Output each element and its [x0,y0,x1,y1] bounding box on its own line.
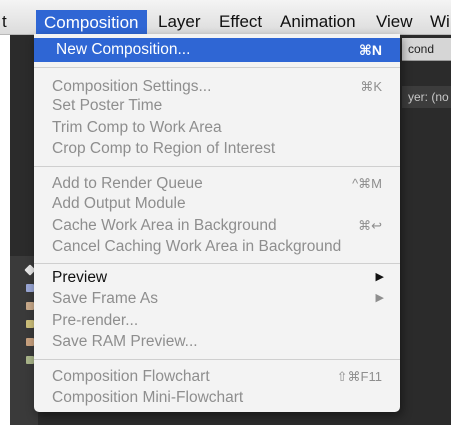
menu-item-composition-mini-flowchart[interactable]: Composition Mini-Flowchart [34,387,400,408]
menu-item-pre-render[interactable]: Pre-render... [34,310,400,331]
menubar-item-truncated[interactable]: t [2,9,7,35]
menu-item-cancel-caching[interactable]: Cancel Caching Work Area in Background [34,236,400,257]
menu-item-trim-comp[interactable]: Trim Comp to Work Area [34,117,400,138]
menu-item-shortcut: ^⌘M [352,176,382,191]
label-color-swatch[interactable] [26,338,34,346]
menu-item-label: New Composition... [56,41,191,58]
menu-item-preview[interactable]: Preview ▶ [34,267,400,288]
menu-item-label: Set Poster Time [52,97,163,114]
menu-item-label: Composition Flowchart [52,368,210,385]
menu-item-shortcut: ⌘↩ [358,218,382,233]
panel-header-right: cond [402,38,451,61]
layer-panel-label: yer: (no [408,90,449,104]
menu-separator [34,166,400,167]
submenu-arrow-icon: ▶ [375,292,384,304]
menu-item-add-to-render-queue[interactable]: Add to Render Queue ^⌘M [34,173,400,194]
menu-item-shortcut: ⌘N [358,42,382,58]
label-color-swatch[interactable] [26,302,34,310]
menu-item-add-output-module[interactable]: Add Output Module [34,193,400,214]
menu-item-label: Pre-render... [52,312,139,329]
menu-item-label: Add Output Module [52,195,186,212]
menu-item-label: Trim Comp to Work Area [52,119,222,136]
layer-panel-header: yer: (no [402,86,451,108]
menu-item-save-ram-preview[interactable]: Save RAM Preview... [34,331,400,352]
menu-item-composition-flowchart[interactable]: Composition Flowchart ⇧⌘F11 [34,366,400,387]
menu-item-shortcut: ⌘K [360,79,382,94]
screenshot-stage: cond yer: (no t Composition Layer Effect… [0,0,451,425]
menubar-item-composition[interactable]: Composition [36,10,147,36]
menubar-item-effect[interactable]: Effect [219,9,262,35]
menu-item-label: Cache Work Area in Background [52,217,277,234]
menubar-item-window[interactable]: Wi [430,9,450,35]
menu-item-save-frame-as[interactable]: Save Frame As ▶ [34,288,400,309]
menu-item-label: Composition Settings... [52,78,212,95]
menu-separator [34,359,400,360]
label-color-swatch[interactable] [26,356,34,364]
menu-item-shortcut: ⇧⌘F11 [336,369,382,384]
panel-label: cond [408,42,435,56]
menubar-item-animation[interactable]: Animation [280,9,356,35]
menu-item-label: Save Frame As [52,290,158,307]
menu-separator [34,263,400,264]
menu-item-label: Preview [52,269,108,286]
composition-menu: New Composition... ⌘N Composition Settin… [34,34,400,412]
menu-item-label: Crop Comp to Region of Interest [52,140,276,157]
menu-item-cache-work-area[interactable]: Cache Work Area in Background ⌘↩ [34,215,400,236]
menubar-item-layer[interactable]: Layer [158,9,201,35]
menu-item-label: Cancel Caching Work Area in Background [52,238,342,255]
label-color-swatch[interactable] [26,320,34,328]
menu-item-label: Composition Mini-Flowchart [52,389,244,406]
menu-separator [34,67,400,68]
menu-item-label: Save RAM Preview... [52,333,198,350]
menu-item-composition-settings[interactable]: Composition Settings... ⌘K [34,76,400,97]
menu-item-new-composition[interactable]: New Composition... ⌘N [34,38,400,62]
menu-item-label: Add to Render Queue [52,175,203,192]
menu-item-set-poster-time[interactable]: Set Poster Time [34,95,400,116]
menu-item-crop-comp[interactable]: Crop Comp to Region of Interest [34,138,400,159]
menubar-item-view[interactable]: View [376,9,413,35]
submenu-arrow-icon: ▶ [375,271,384,283]
menu-bar: t Composition Layer Effect Animation Vie… [0,0,451,36]
label-color-swatch[interactable] [26,284,34,292]
